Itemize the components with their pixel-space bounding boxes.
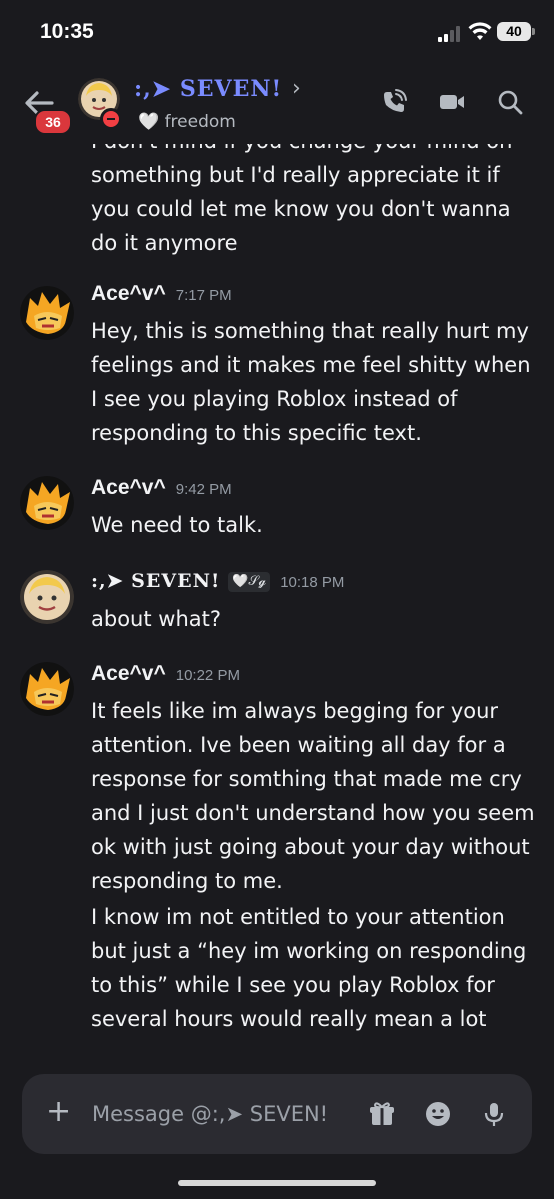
avatar[interactable]	[20, 570, 74, 624]
emoji-icon[interactable]	[424, 1100, 452, 1128]
search-icon[interactable]	[496, 88, 524, 116]
message-input[interactable]	[90, 1094, 354, 1134]
message-text: about what?	[91, 607, 221, 631]
avatar[interactable]	[20, 476, 74, 530]
cellular-signal-icon	[438, 26, 460, 42]
avatar[interactable]	[20, 286, 74, 340]
plus-icon[interactable]: +	[46, 1097, 71, 1127]
chevron-right-icon[interactable]: ›	[292, 76, 301, 101]
avatar[interactable]	[20, 662, 74, 716]
dm-header: 36 :,➤ SEVEN! › 🤍 freedom	[0, 64, 554, 144]
message-author[interactable]: :,➤ SEVEN! 🤍𝒮𝓰 10:18 PM	[91, 570, 344, 592]
message-author[interactable]: Ace^v^ 9:42 PM	[91, 476, 232, 500]
message-text: Hey, this is something that really hurt …	[91, 319, 531, 445]
home-indicator[interactable]	[178, 1180, 376, 1186]
message-text: We need to talk.	[91, 513, 263, 537]
gift-icon[interactable]	[368, 1100, 396, 1128]
message-composer: +	[22, 1074, 532, 1154]
message-author[interactable]: Ace^v^ 10:22 PM	[91, 662, 240, 686]
message-timestamp: 10:18 PM	[280, 574, 345, 591]
header-custom-status: 🤍 freedom	[138, 112, 236, 132]
message-text: I don't mind if you change your mind on …	[91, 129, 512, 255]
message-text: It feels like im always begging for your…	[91, 699, 535, 893]
dnd-status-icon	[100, 108, 122, 130]
message-timestamp: 10:22 PM	[175, 667, 240, 684]
status-bar: 10:35 40	[0, 0, 554, 64]
call-icon[interactable]	[380, 88, 408, 116]
unread-badge: 36	[34, 109, 72, 135]
message-text: I know im not entitled to your attention…	[91, 905, 527, 1031]
battery-indicator: 40	[497, 22, 535, 41]
clock: 10:35	[40, 20, 94, 43]
wifi-icon	[468, 22, 492, 40]
message-timestamp: 7:17 PM	[175, 287, 232, 304]
video-call-icon[interactable]	[438, 88, 466, 116]
message-list[interactable]: I don't mind if you change your mind on …	[0, 120, 554, 1070]
message-author[interactable]: Ace^v^ 7:17 PM	[91, 282, 232, 306]
microphone-icon[interactable]	[480, 1100, 508, 1128]
header-name[interactable]: :,➤ SEVEN!	[134, 76, 282, 102]
role-badge: 🤍𝒮𝓰	[228, 572, 271, 592]
message-timestamp: 9:42 PM	[175, 481, 232, 498]
